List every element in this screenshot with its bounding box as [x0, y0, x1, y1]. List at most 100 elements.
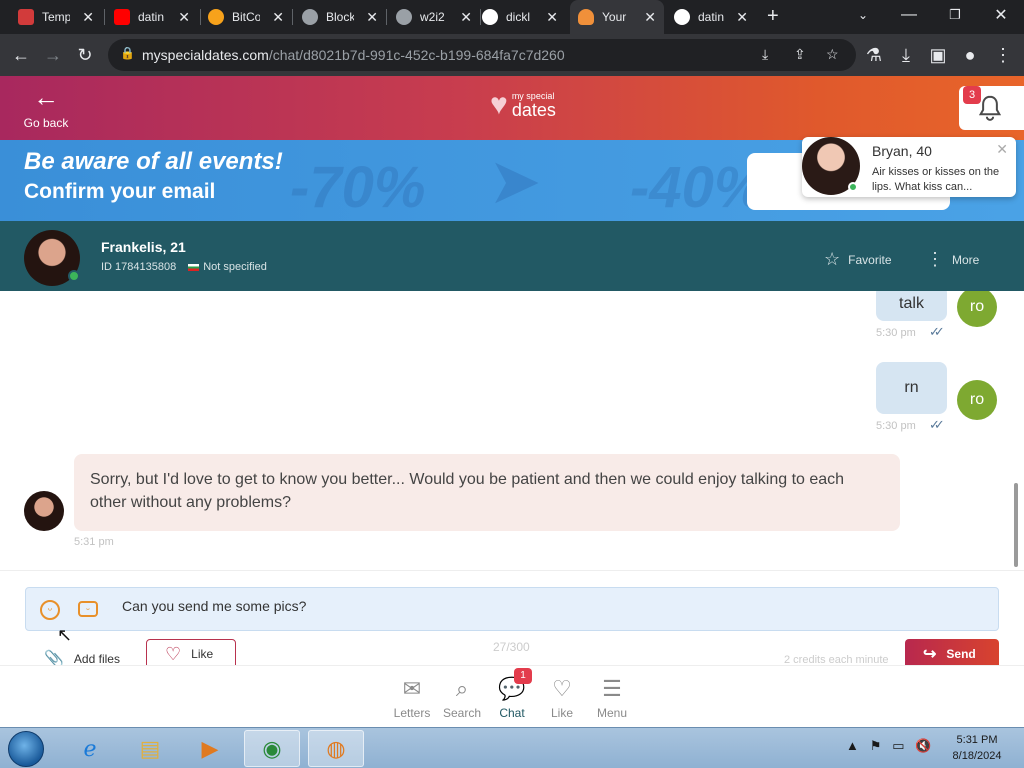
windows-taskbar: ℯ ▤ ▶ ◉ ◍ ▲ ⚑ ▭ 🔇 5:31 PM 8/18/2024	[0, 727, 1024, 768]
taskbar-clock[interactable]: 5:31 PM 8/18/2024	[942, 732, 1012, 764]
outgoing-message: rn	[876, 362, 947, 414]
nav-label: Search	[442, 706, 482, 720]
outgoing-message: talk	[876, 291, 947, 321]
more-button[interactable]: ⋮ More	[926, 249, 979, 270]
site-header: ← Go back ♥ my special dates	[0, 76, 1024, 140]
close-tab-icon[interactable]: ✕	[736, 9, 748, 26]
omnibox[interactable]: 🔒 myspecialdates.com/chat/d8021b7d-991c-…	[108, 39, 856, 71]
heart-outline-icon: ♡	[165, 643, 182, 664]
restore-icon[interactable]: ❐	[932, 0, 978, 30]
favorite-button[interactable]: ☆ Favorite	[824, 249, 892, 270]
url-path: /chat/d8021b7d-991c-452c-b199-684fa7c7d2…	[268, 47, 565, 63]
tab-title: dickl	[506, 10, 531, 24]
close-tab-icon[interactable]: ✕	[644, 9, 656, 26]
tab-title: Temp	[42, 10, 70, 24]
browser-tab[interactable]: BitCo ✕	[200, 0, 292, 34]
go-back-button[interactable]: ← Go back	[20, 84, 72, 134]
tab-title: w2i2	[420, 10, 445, 24]
file-explorer-icon[interactable]: ▤	[122, 730, 178, 767]
profile-name[interactable]: Frankelis, 21	[101, 239, 186, 255]
profile-id: ID 1784135808	[101, 261, 177, 273]
side-panel-icon[interactable]: ▣	[925, 42, 951, 68]
close-tab-icon[interactable]: ✕	[82, 9, 94, 26]
close-tab-icon[interactable]: ✕	[272, 9, 284, 26]
message-input-value[interactable]: Can you send me some pics?	[122, 598, 306, 614]
minimize-icon[interactable]: —	[886, 0, 932, 30]
arrow-left-icon: ←	[33, 82, 59, 112]
url-text[interactable]: myspecialdates.com/chat/d8021b7d-991c-45…	[142, 47, 565, 63]
media-player-icon[interactable]: ▶	[182, 730, 238, 767]
message-time: 5:30 pm	[876, 327, 916, 339]
my-avatar: ro	[957, 291, 997, 327]
install-app-icon[interactable]: ⤓	[762, 46, 768, 63]
toast-sender-name: Bryan, 40	[872, 143, 932, 159]
nav-letters[interactable]: ✉ Letters	[387, 676, 437, 720]
bookmark-star-icon[interactable]: ☆	[826, 46, 839, 63]
discount-decoration: -40%	[630, 155, 766, 220]
heart-logo-icon: ♥	[490, 88, 508, 121]
youtube-icon	[114, 9, 130, 25]
sender-avatar[interactable]	[24, 491, 64, 531]
nav-label: Like	[550, 706, 573, 720]
browser-menu-icon[interactable]: ⋮	[990, 42, 1016, 68]
reload-icon[interactable]: ↻	[72, 42, 98, 68]
search-icon: ⌕	[455, 676, 469, 701]
logo-text-big: dates	[511, 100, 556, 120]
incoming-message: Sorry, but I'd love to get to know you b…	[74, 454, 900, 531]
chrome-icon[interactable]: ◉	[244, 730, 300, 767]
star-icon: ☆	[824, 249, 841, 269]
sticker-icon[interactable]: ᵕ	[78, 601, 98, 617]
emoji-icon[interactable]: ᵕ	[40, 600, 60, 620]
chat-messages: talk ro 5:30 pm ✓✓ rn ro 5:30 pm ✓✓ Sorr…	[0, 291, 1024, 570]
avast-icon[interactable]: ◍	[308, 730, 364, 767]
close-tab-icon[interactable]: ✕	[546, 9, 558, 26]
nav-menu[interactable]: ☰ Menu	[587, 676, 637, 720]
message-time: 5:30 pm	[876, 420, 916, 432]
nav-like[interactable]: ♡ Like	[537, 676, 587, 720]
browser-tab[interactable]: datin ✕	[666, 0, 756, 34]
tab-search-icon[interactable]: ⌄	[840, 0, 886, 30]
bottom-navigation: ✉ Letters ⌕ Search 💬 Chat ♡ Like ☰ Menu	[0, 665, 1024, 727]
message-text: rn	[904, 379, 919, 396]
new-tab-icon[interactable]: +	[767, 5, 779, 28]
chat-scrollbar[interactable]	[1014, 483, 1018, 567]
browser-tab-bar: Temp ✕ datin ✕ BitCo ✕ Block ✕ w2i2 ✕ di…	[0, 0, 1024, 34]
nav-search[interactable]: ⌕ Search	[437, 676, 487, 720]
close-icon[interactable]: ✕	[996, 141, 1008, 158]
download-icon[interactable]: ⤓	[893, 42, 919, 68]
tab-title: datin	[138, 10, 165, 24]
close-tab-icon[interactable]: ✕	[460, 9, 472, 26]
send-label: Send	[946, 647, 976, 661]
close-tab-icon[interactable]: ✕	[178, 9, 190, 26]
tab-title: BitCo	[232, 10, 260, 24]
share-icon[interactable]: ⇪	[794, 46, 806, 63]
close-tab-icon[interactable]: ✕	[366, 9, 378, 26]
back-icon[interactable]: ←	[8, 42, 34, 68]
start-button[interactable]	[8, 731, 44, 767]
forward-icon[interactable]: →	[40, 42, 66, 68]
browser-tab[interactable]: datin ✕	[106, 0, 198, 34]
browser-tab[interactable]: w2i2 ✕	[388, 0, 480, 34]
banner-subheadline: Confirm your email	[24, 180, 216, 203]
read-check-icon: ✓✓	[929, 417, 945, 432]
browser-tab-active[interactable]: Your ✕	[570, 0, 664, 34]
browser-tab[interactable]: Block ✕	[294, 0, 386, 34]
site-logo[interactable]: ♥ my special dates	[490, 90, 556, 120]
lock-icon[interactable]: 🔒	[120, 46, 135, 60]
browser-tab[interactable]: dickl ✕	[474, 0, 566, 34]
tab-title: datin	[698, 10, 725, 24]
globe-icon	[302, 9, 318, 25]
internet-explorer-icon[interactable]: ℯ	[62, 730, 118, 767]
browser-tab[interactable]: Temp ✕	[10, 0, 102, 34]
system-tray[interactable]: ▲ ⚑ ▭ 🔇	[846, 738, 932, 754]
labs-flask-icon[interactable]: ⚗	[861, 42, 887, 68]
close-window-icon[interactable]: ✕	[978, 0, 1024, 30]
address-bar: ← → ↻ 🔒 myspecialdates.com/chat/d8021b7d…	[0, 34, 1024, 76]
message-toast[interactable]: Bryan, 40 Air kisses or kisses on the li…	[802, 137, 1016, 197]
notification-count-badge: 3	[963, 86, 981, 104]
profile-icon[interactable]: ●	[957, 42, 983, 68]
toast-message-preview: Air kisses or kisses on the lips. What k…	[872, 166, 1000, 193]
add-files-label: Add files	[73, 652, 120, 666]
paper-plane-icon: ➤	[488, 145, 542, 217]
message-input[interactable]: ᵕ ᵕ Can you send me some pics?	[25, 587, 999, 631]
